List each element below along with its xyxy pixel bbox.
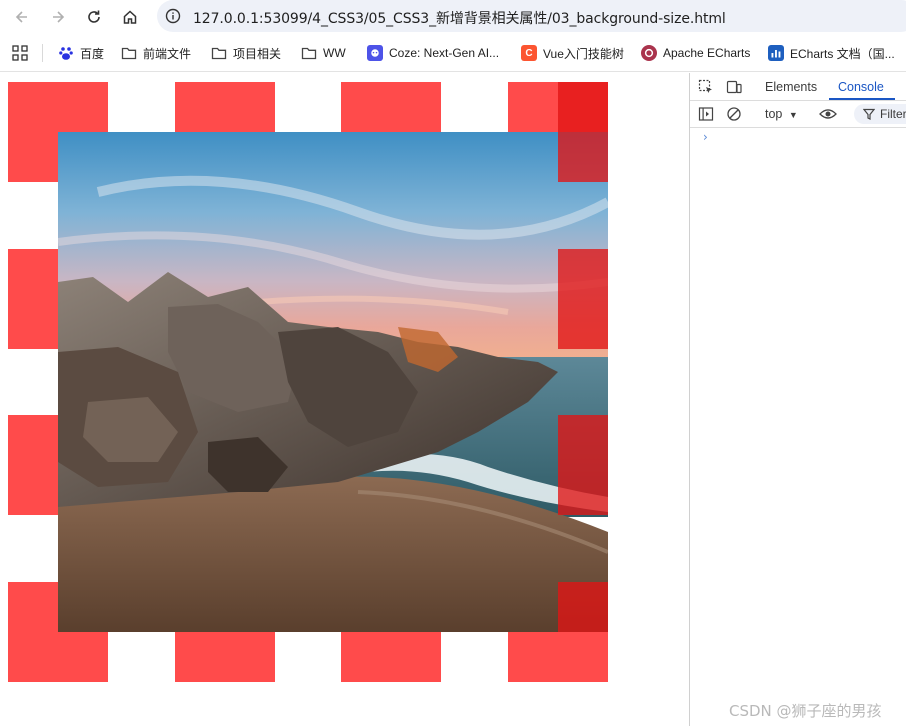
url-text: 127.0.0.1:53099/4_CSS3/05_CSS3_新增背景相关属性/… [193, 11, 726, 27]
bookmark-echarts[interactable]: Apache ECharts [641, 44, 750, 62]
bookmarks-bar: 百度 前端文件 项目相关 WW Coze: Next-Gen AI... C V… [0, 34, 906, 72]
bookmark-project[interactable]: 项目相关 [211, 44, 281, 62]
devtools-panel: Elements Console top ▼ Filter › [689, 73, 906, 726]
context-label: top [765, 107, 783, 121]
bookmark-vue[interactable]: C Vue入门技能树 [521, 44, 624, 62]
home-icon [123, 10, 137, 24]
apps-grid-icon[interactable] [12, 45, 28, 61]
filter-placeholder: Filter [880, 107, 906, 121]
caret-down-icon: ▼ [788, 110, 798, 120]
bookmark-coze[interactable]: Coze: Next-Gen AI... [367, 44, 499, 62]
reload-icon [88, 10, 100, 23]
bookmark-label: 前端文件 [143, 46, 192, 61]
tab-console[interactable]: Console [838, 80, 884, 94]
folder-icon [301, 45, 317, 61]
address-bar[interactable]: 127.0.0.1:53099/4_CSS3/05_CSS3_新增背景相关属性/… [157, 0, 906, 32]
bookmarks-divider [42, 44, 43, 62]
bookmark-ww[interactable]: WW [301, 44, 346, 62]
console-filter-input[interactable]: Filter [854, 104, 906, 124]
bookmark-label: Apache ECharts [663, 46, 751, 60]
bookmark-label: 项目相关 [233, 46, 282, 61]
context-selector[interactable]: top ▼ [765, 107, 798, 121]
console-prompt-icon[interactable]: › [703, 130, 708, 144]
console-toolbar: top ▼ Filter [690, 101, 906, 128]
page-viewport [0, 73, 689, 726]
filter-funnel-icon [863, 108, 875, 120]
bookmark-label: 百度 [80, 46, 105, 61]
bookmark-label: Vue入门技能树 [543, 46, 624, 61]
inspect-element-icon[interactable] [698, 79, 714, 95]
folder-icon [211, 45, 227, 61]
bookmark-frontend-files[interactable]: 前端文件 [121, 44, 191, 62]
arrow-left-icon [15, 11, 27, 23]
back-button[interactable] [10, 5, 34, 29]
background-tile-overlap [558, 82, 608, 182]
csdn-watermark: CSDN @狮子座的男孩 [729, 702, 882, 720]
csdn-c-icon: C [521, 45, 537, 61]
browser-toolbar: 127.0.0.1:53099/4_CSS3/05_CSS3_新增背景相关属性/… [0, 0, 906, 34]
bookmark-label: WW [323, 46, 346, 60]
devtools-tab-bar: Elements Console [690, 73, 906, 101]
bookmark-baidu[interactable]: 百度 [58, 44, 104, 62]
coze-icon [367, 45, 383, 61]
forward-button[interactable] [46, 5, 70, 29]
background-size-demo-box [8, 82, 608, 682]
bookmark-label: Coze: Next-Gen AI... [389, 46, 500, 60]
tab-elements[interactable]: Elements [765, 80, 817, 94]
reload-button[interactable] [82, 5, 106, 29]
background-tile-overlap [558, 582, 608, 632]
bookmark-echarts-docs[interactable]: ECharts 文档（国... [768, 44, 895, 62]
echarts-docs-icon [768, 45, 784, 61]
sidebar-toggle-icon[interactable] [698, 106, 714, 122]
background-tile-overlap [558, 249, 608, 349]
info-icon[interactable] [165, 8, 181, 24]
device-toolbar-icon[interactable] [726, 79, 742, 95]
echarts-icon [641, 45, 657, 61]
clear-console-icon[interactable] [726, 106, 742, 122]
eye-icon[interactable] [819, 106, 837, 122]
arrow-right-icon [53, 11, 65, 23]
background-tile-overlap [558, 415, 608, 515]
home-button[interactable] [118, 5, 142, 29]
baidu-paw-icon [58, 45, 74, 61]
bookmark-label: ECharts 文档（国... [790, 46, 895, 61]
active-tab-indicator [829, 98, 895, 100]
folder-icon [121, 45, 137, 61]
beach-photo [58, 132, 608, 632]
